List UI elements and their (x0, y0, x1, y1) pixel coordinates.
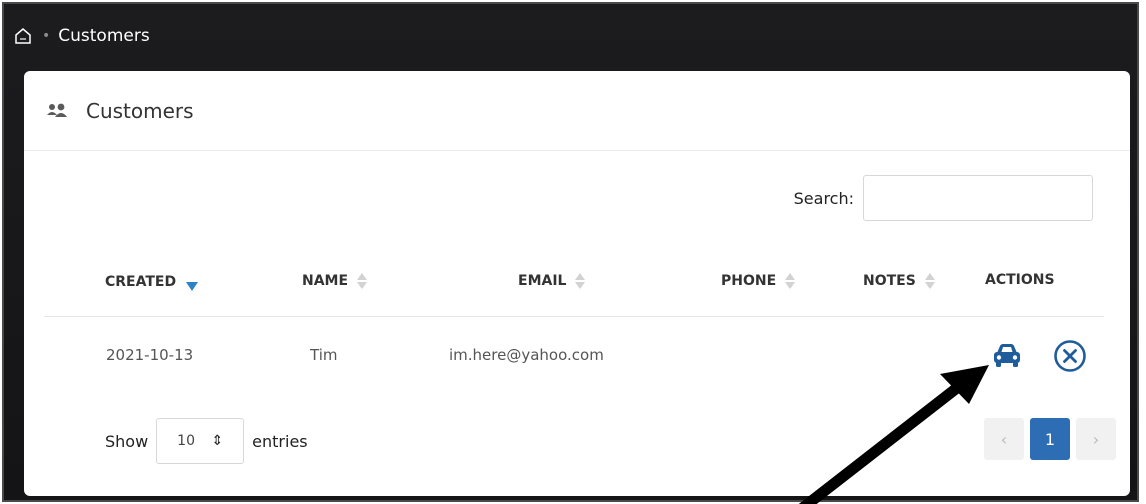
sort-desc-icon (186, 282, 199, 291)
page-length-value: 10 (177, 433, 195, 449)
breadcrumb: • Customers (14, 22, 150, 50)
show-label: Show (105, 431, 149, 451)
page-length-select[interactable]: 10 ⇕ (156, 418, 245, 464)
search-box: Search: (794, 175, 1093, 221)
table-header: CREATED NAME EMAIL PHONE NOTES ACTIONS (44, 266, 1104, 317)
sort-icon (575, 272, 586, 290)
column-name[interactable]: NAME (302, 272, 368, 290)
column-created[interactable]: CREATED (105, 272, 199, 291)
table-row: 2021-10-13 Tim im.here@yahoo.com (44, 318, 1104, 394)
sort-icon (357, 272, 368, 290)
next-page-button[interactable]: › (1076, 418, 1116, 460)
sort-icon (924, 272, 935, 290)
sort-icon (785, 272, 796, 290)
home-icon[interactable] (14, 27, 32, 45)
cell-email: im.here@yahoo.com (449, 346, 604, 364)
remove-circle-icon[interactable] (1052, 338, 1088, 374)
search-label: Search: (793, 188, 854, 208)
table-footer: Show 10 ⇕ entries ‹ 1 › (24, 418, 1130, 468)
column-actions-label: ACTIONS (985, 272, 1055, 288)
column-phone[interactable]: PHONE (721, 272, 796, 290)
users-icon (46, 103, 68, 119)
customers-card: Customers Search: CREATED NAME EMAIL PHO… (24, 71, 1130, 496)
search-input[interactable] (863, 175, 1093, 221)
page-1-button[interactable]: 1 (1030, 418, 1070, 460)
column-email[interactable]: EMAIL (518, 272, 586, 290)
cell-created: 2021-10-13 (106, 346, 194, 364)
screenshot-frame: • Customers Customers Search: CREATED NA… (0, 0, 1146, 504)
column-actions: ACTIONS (985, 272, 1055, 288)
pagination: ‹ 1 › (984, 418, 1116, 460)
prev-page-button[interactable]: ‹ (984, 418, 1024, 460)
column-notes[interactable]: NOTES (863, 272, 935, 290)
column-phone-label: PHONE (721, 273, 777, 289)
entries-label: entries (252, 431, 308, 451)
column-name-label: NAME (302, 273, 349, 289)
column-email-label: EMAIL (518, 273, 567, 289)
breadcrumb-separator: • (42, 28, 51, 44)
column-created-label: CREATED (105, 273, 177, 290)
breadcrumb-current: Customers (58, 26, 150, 46)
page-length-control: Show 10 ⇕ entries (105, 418, 308, 464)
column-notes-label: NOTES (863, 273, 916, 289)
page-title: Customers (86, 98, 194, 123)
updown-icon: ⇕ (211, 433, 224, 449)
car-icon[interactable] (989, 338, 1025, 374)
card-header: Customers (24, 71, 1130, 151)
cell-name: Tim (310, 346, 338, 364)
